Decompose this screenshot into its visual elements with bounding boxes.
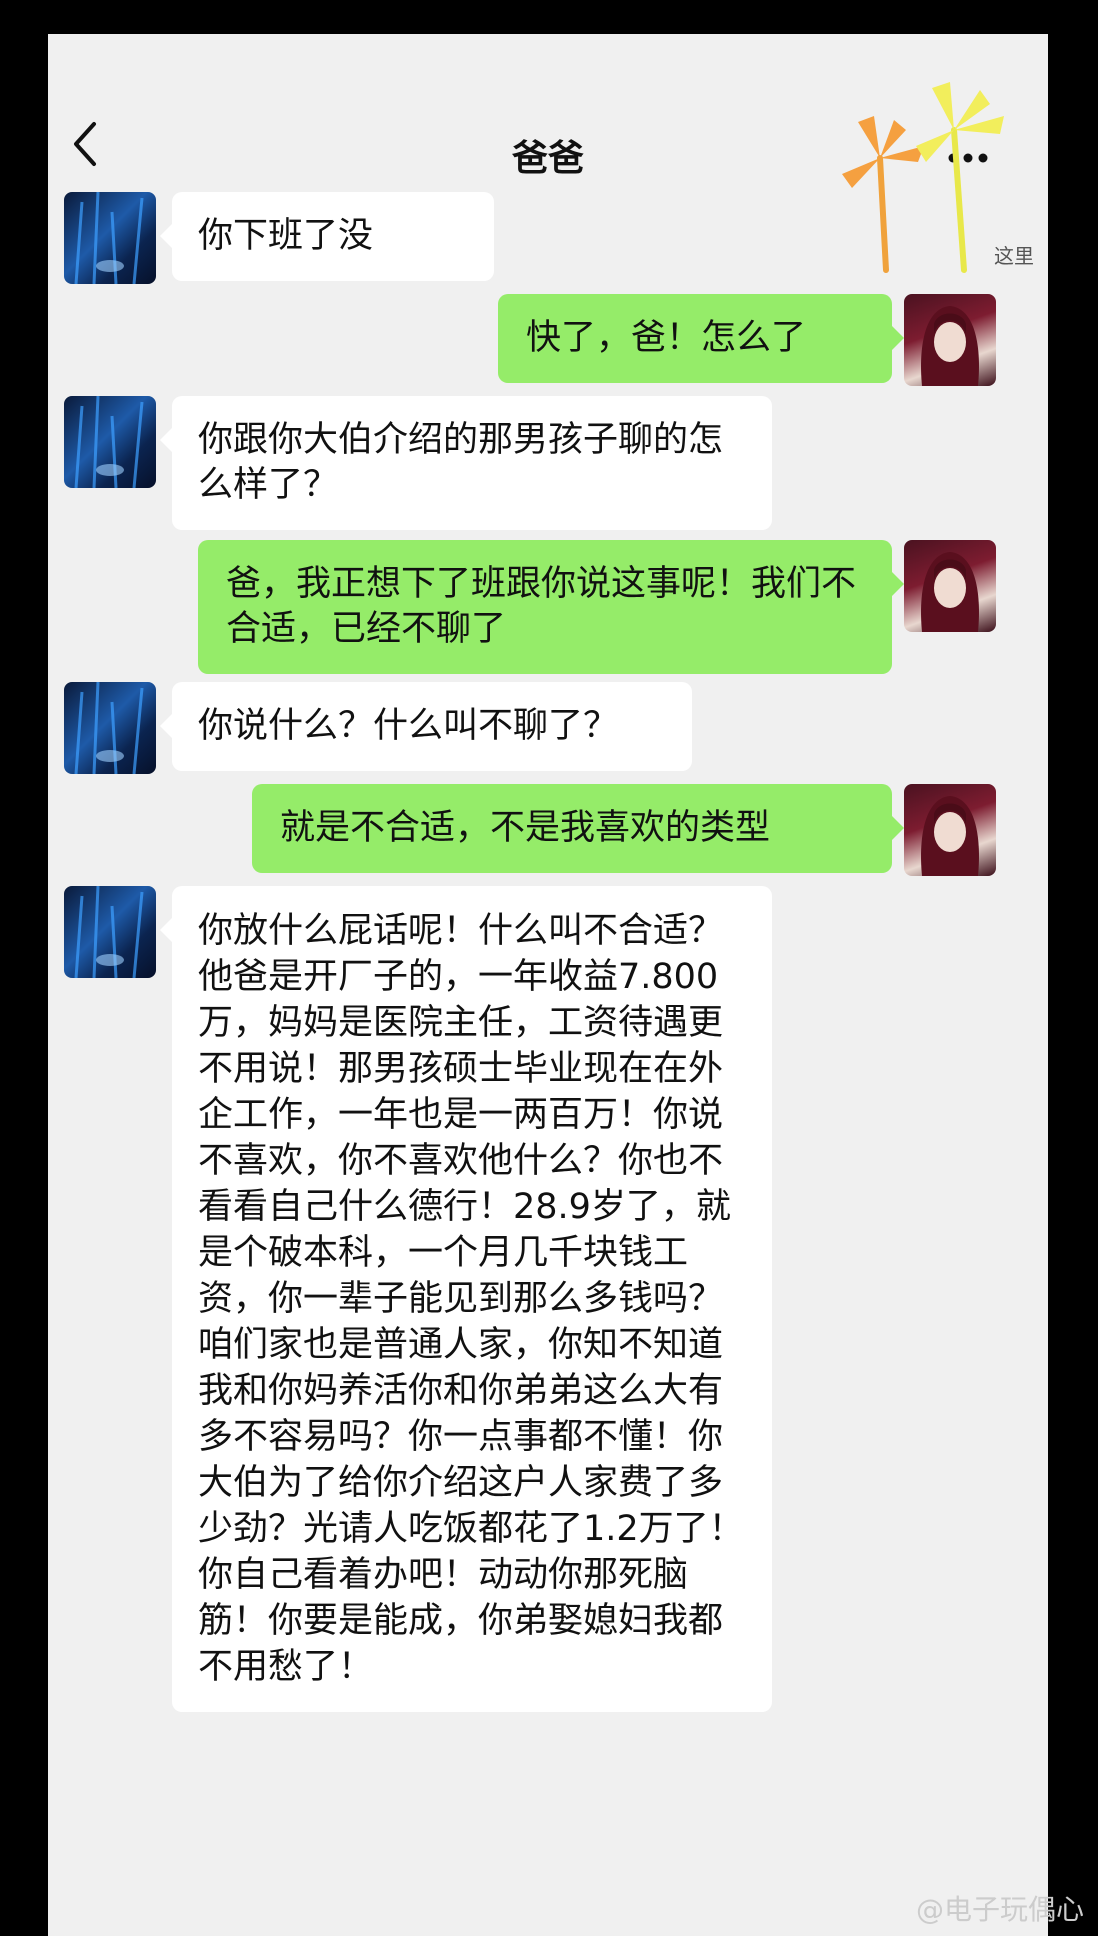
dad-avatar-icon	[74, 192, 144, 284]
avatar[interactable]	[904, 540, 996, 632]
corner-watermark: 这里	[994, 244, 1034, 268]
message-text: 你放什么屁话呢！什么叫不合适？他爸是开厂子的，一年收益7.800万，妈妈是医院主…	[198, 911, 744, 1687]
dad-avatar-icon	[74, 886, 144, 978]
user-avatar-icon	[921, 552, 979, 632]
message-text: 你跟你大伯介绍的那男孩子聊的怎么样了？	[198, 420, 724, 505]
message-bubble-dad: 你跟你大伯介绍的那男孩子聊的怎么样了？	[160, 396, 772, 530]
avatar[interactable]	[64, 886, 156, 978]
message-text: 你下班了没	[198, 216, 374, 256]
avatar[interactable]	[64, 396, 156, 488]
message-text: 爸，我正想下了班跟你说这事呢！我们不合适，已经不聊了	[226, 564, 857, 649]
message-text: 你说什么？什么叫不聊了？	[198, 706, 619, 746]
avatar[interactable]	[904, 784, 996, 876]
dad-avatar-icon	[74, 682, 144, 774]
message-bubble-dad: 你下班了没	[160, 192, 494, 281]
message-bubble-me: 快了，爸！怎么了	[498, 294, 904, 383]
footer-watermark: @电子玩偶心	[915, 1893, 1084, 1926]
chat-screen: 爸爸 这里 你下班了没 快了，爸！怎么了 你跟你大伯介绍的那男孩子聊的怎么样了？…	[48, 34, 1048, 1936]
user-avatar-icon	[921, 796, 979, 876]
avatar[interactable]	[904, 294, 996, 386]
message-bubble-me: 爸，我正想下了班跟你说这事呢！我们不合适，已经不聊了	[198, 540, 904, 674]
dad-avatar-icon	[74, 396, 144, 488]
message-bubble-dad: 你说什么？什么叫不聊了？	[160, 682, 692, 771]
message-text: 快了，爸！怎么了	[526, 318, 807, 358]
message-text: 就是不合适，不是我喜欢的类型	[280, 808, 771, 848]
avatar[interactable]	[64, 192, 156, 284]
avatar[interactable]	[64, 682, 156, 774]
message-bubble-dad: 你放什么屁话呢！什么叫不合适？他爸是开厂子的，一年收益7.800万，妈妈是医院主…	[160, 886, 772, 1712]
user-avatar-icon	[921, 306, 979, 386]
message-bubble-me: 就是不合适，不是我喜欢的类型	[252, 784, 904, 873]
